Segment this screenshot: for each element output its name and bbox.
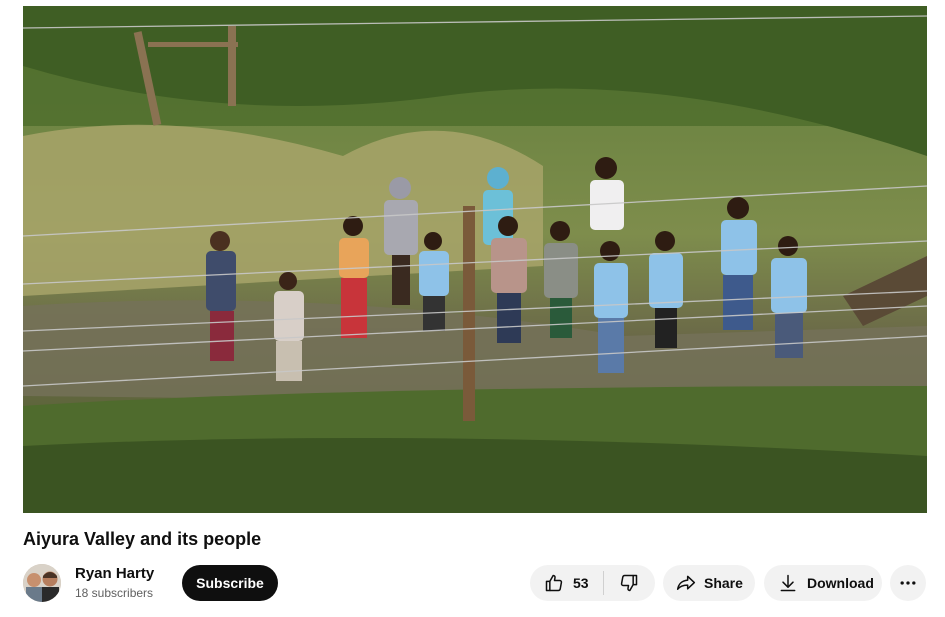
share-button[interactable]: Share: [663, 565, 755, 601]
channel-avatar[interactable]: [23, 564, 61, 602]
channel-meta: Ryan Harty 18 subscribers: [75, 565, 154, 601]
dislike-button[interactable]: [604, 565, 655, 601]
video-title: Aiyura Valley and its people: [23, 529, 262, 549]
download-label: Download: [807, 575, 874, 591]
subscribe-button[interactable]: Subscribe: [182, 565, 278, 601]
like-count: 53: [573, 575, 589, 591]
share-label: Share: [704, 575, 743, 591]
more-actions-button[interactable]: [890, 565, 926, 601]
more-horizontal-icon: [898, 573, 918, 593]
thumbs-up-icon: [544, 573, 564, 593]
like-dislike-group: 53: [530, 565, 655, 601]
video-player[interactable]: [23, 6, 927, 513]
video-owner-row: Ryan Harty 18 subscribers Subscribe 53 S…: [23, 563, 927, 603]
video-frame: [23, 6, 927, 513]
subscriber-count: 18 subscribers: [75, 586, 154, 600]
channel-name[interactable]: Ryan Harty: [75, 565, 154, 583]
share-arrow-icon: [676, 573, 696, 593]
download-icon: [778, 573, 798, 593]
download-button[interactable]: Download: [764, 565, 882, 601]
like-button[interactable]: 53: [530, 565, 603, 601]
thumbs-down-icon: [619, 573, 639, 593]
